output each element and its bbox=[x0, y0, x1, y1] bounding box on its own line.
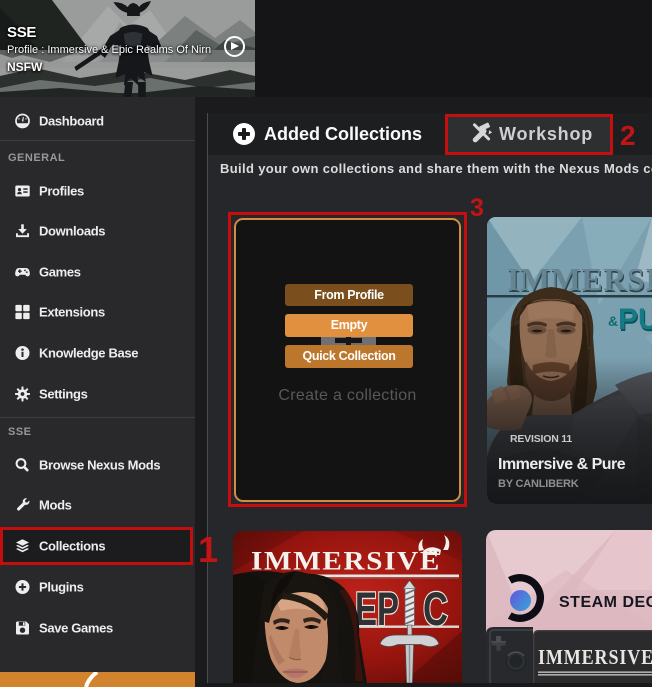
svg-text:IMMERSIVE: IMMERSIVE bbox=[538, 645, 652, 669]
svg-text:IMMERSIVE: IMMERSIVE bbox=[251, 547, 441, 576]
svg-text:STEAM DECK: STEAM DECK bbox=[559, 594, 652, 611]
